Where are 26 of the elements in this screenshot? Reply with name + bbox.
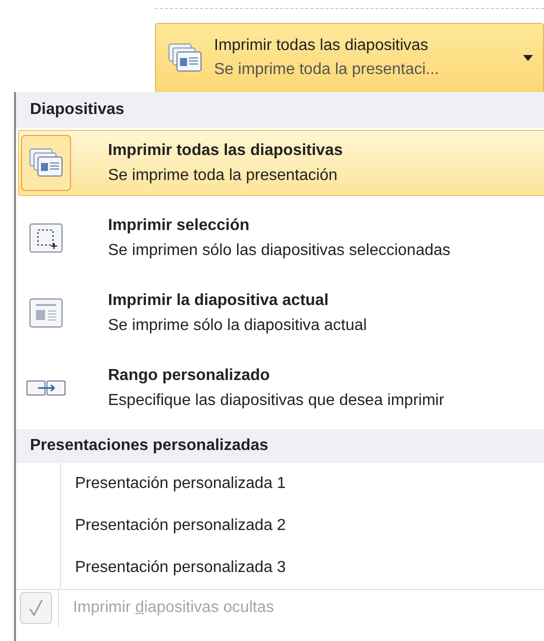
item-title: Rango personalizado — [108, 366, 271, 386]
dropdown-title: Imprimir todas las diapositivas — [214, 36, 430, 56]
print-range-dropdown[interactable]: Imprimir todas las diapositivas Se imprime toda la presentaci... — [155, 23, 544, 93]
menu-item[interactable]: Presentación personalizada 2 — [61, 505, 544, 547]
caret-icon — [523, 55, 533, 61]
slide-icon — [29, 298, 63, 328]
dropdown-subtitle: Se imprime toda la presentaci... — [214, 60, 440, 80]
section-header: Diapositivas — [16, 92, 544, 128]
menu-item[interactable]: Imprimir todas las diapositivas Se imprime toda la presentación — [18, 130, 544, 196]
selection-icon — [29, 223, 63, 253]
option-label: Imprimir diapositivas ocultas — [73, 598, 274, 618]
menu-item[interactable]: Imprimir selección Se imprimen sólo las diapositivas seleccionadas — [18, 205, 544, 271]
item-title: Imprimir la diapositiva actual — [108, 291, 330, 311]
slides-stack-icon — [168, 43, 202, 73]
menu-item[interactable]: Presentación personalizada 3 — [61, 547, 544, 589]
item-subtitle: Se imprime toda la presentación — [108, 166, 338, 186]
item-subtitle: Se imprimen sólo las diapositivas seleccionadas — [108, 241, 450, 261]
item-subtitle: Se imprime sólo la diapositiva actual — [108, 316, 367, 336]
item-title: Imprimir todas las diapositivas — [108, 141, 343, 161]
menu-item[interactable]: Presentación personalizada 1 — [61, 463, 544, 505]
item-subtitle: Especifique las diapositivas que desea imprimir — [108, 391, 444, 411]
section-header: Presentaciones personalizadas — [16, 429, 544, 463]
menu-item[interactable]: Rango personalizado Especifique las diapositivas que desea imprimir — [18, 355, 544, 421]
slides-stack-icon — [29, 148, 63, 178]
item-title: Imprimir selección — [108, 216, 250, 236]
menu-item[interactable]: Imprimir la diapositiva actual Se imprime sólo la diapositiva actual — [18, 280, 544, 346]
